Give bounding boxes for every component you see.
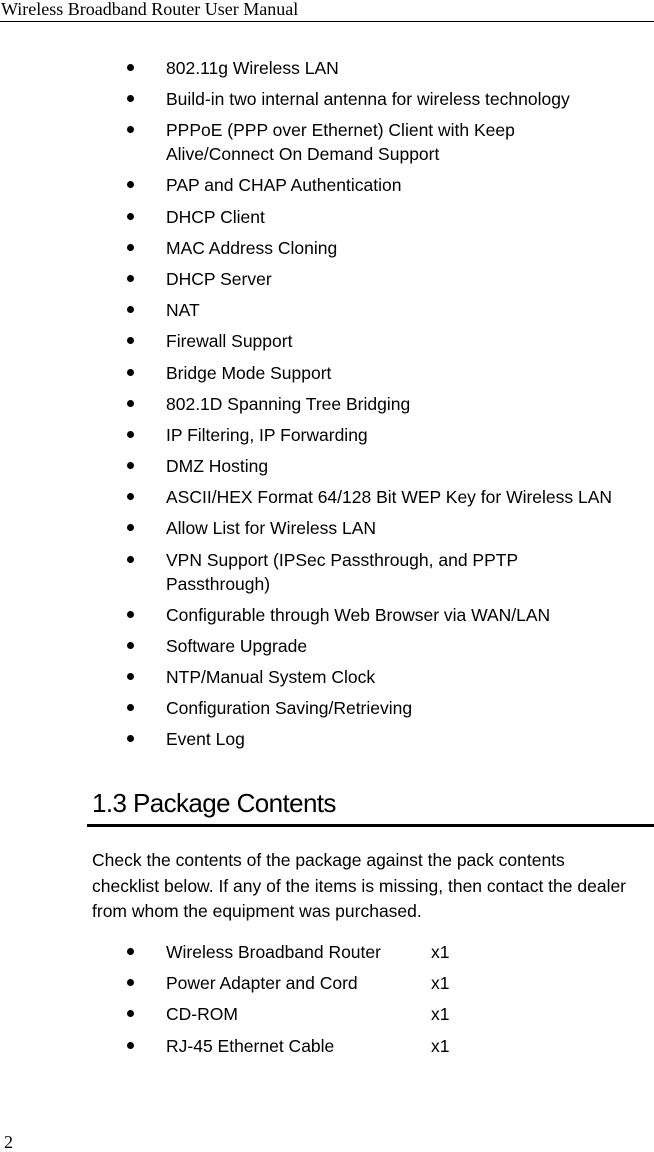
list-item: PPPoE (PPP over Ethernet) Client with Ke… (0, 118, 654, 173)
item-qty: x1 (431, 942, 450, 962)
list-item: 802.1D Spanning Tree Bridging (0, 392, 654, 423)
running-header: Wireless Broadband Router User Manual (0, 0, 654, 22)
list-item: 802.11g Wireless LAN (0, 56, 654, 87)
item-name: Wireless Broadband Router (166, 942, 381, 962)
bullet-icon (127, 126, 134, 134)
list-item: Build-in two internal antenna for wirele… (0, 87, 654, 118)
bullet-icon (127, 555, 134, 563)
bullet-icon (127, 735, 134, 743)
package-list: Wireless Broadband Router x1 Power Adapte… (0, 940, 654, 1065)
bullet-icon (127, 306, 134, 314)
list-item: NTP/Manual System Clock (0, 665, 654, 696)
bullet-icon (127, 274, 134, 282)
section-intro: Check the contents of the package agains… (92, 850, 627, 921)
list-item: DHCP Server (0, 267, 654, 298)
bullet-icon (127, 462, 134, 470)
bullet-icon (127, 524, 134, 532)
list-item: CD-ROM x1 (0, 1002, 654, 1033)
bullet-icon (127, 1041, 134, 1049)
bullet-icon (127, 181, 134, 189)
bullet-icon (127, 673, 134, 680)
list-item: RJ-45 Ethernet Cable x1 (0, 1034, 654, 1065)
item-name: CD-ROM (166, 1004, 238, 1025)
bullet-icon (127, 610, 134, 618)
bullet-icon (127, 493, 134, 501)
item-qty: x1 (431, 973, 450, 994)
bullet-icon (127, 243, 134, 251)
item-name: RJ-45 Ethernet Cable (166, 1035, 335, 1056)
heading-rule (87, 824, 654, 827)
list-item: DHCP Client (0, 205, 654, 236)
bullet-icon (127, 979, 134, 987)
bullet-icon (127, 641, 134, 649)
list-item: Event Log (0, 727, 654, 758)
section-heading: 1.3 Package Contents (92, 788, 336, 818)
list-item: VPN Support (IPSec Passthrough, and PPTP… (0, 548, 654, 603)
item-qty: x1 (431, 1004, 450, 1025)
bullet-icon (127, 948, 134, 955)
list-item: Configuration Saving/Retrieving (0, 696, 654, 727)
list-item: ASCII/HEX Format 64/128 Bit WEP Key for … (0, 485, 654, 516)
bullet-icon (127, 704, 134, 712)
list-item: MAC Address Cloning (0, 236, 654, 267)
item-name: Power Adapter and Cord (166, 973, 358, 994)
bullet-icon (127, 212, 134, 220)
list-item: Power Adapter and Cord x1 (0, 971, 654, 1002)
list-item: Wireless Broadband Router x1 (0, 940, 654, 971)
bullet-icon (127, 399, 134, 407)
list-item: NAT (0, 298, 654, 329)
bullet-icon (127, 95, 134, 103)
list-item: Firewall Support (0, 329, 654, 360)
bullet-icon (127, 430, 134, 438)
list-item: DMZ Hosting (0, 454, 654, 485)
list-item: PAP and CHAP Authentication (0, 173, 654, 204)
feature-list: 802.11g Wireless LAN Build-in two intern… (0, 56, 654, 759)
item-qty: x1 (431, 1035, 450, 1056)
manual-title: Wireless Broadband Router User Manual (1, 0, 299, 19)
list-item: IP Filtering, IP Forwarding (0, 423, 654, 454)
bullet-icon (127, 64, 134, 71)
bullet-icon (127, 337, 134, 345)
list-item: Bridge Mode Support (0, 361, 654, 392)
bullet-icon (127, 1010, 134, 1018)
list-item: Configurable through Web Browser via WAN… (0, 603, 654, 634)
list-item: Allow List for Wireless LAN (0, 516, 654, 547)
bullet-icon (127, 368, 134, 376)
page-number: 2 (4, 1132, 13, 1152)
list-item: Software Upgrade (0, 634, 654, 665)
